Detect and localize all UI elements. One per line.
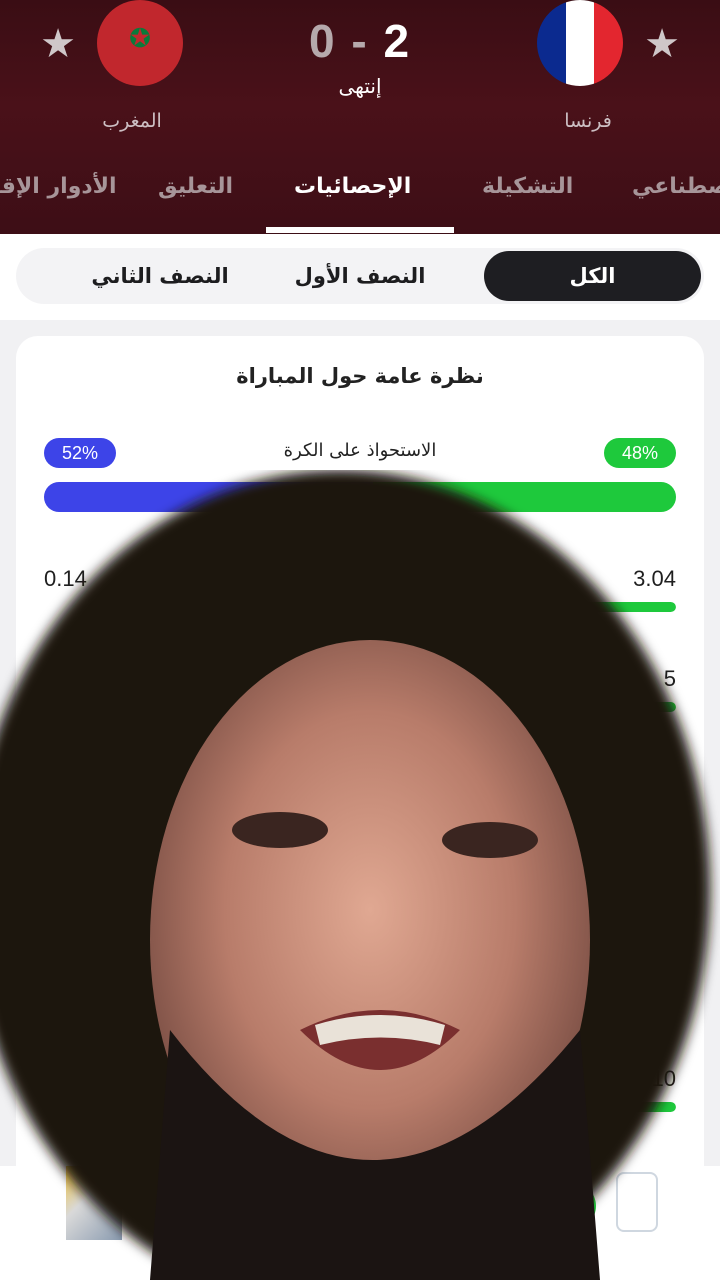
stat-bar: [376, 602, 676, 612]
morocco-flag-icon[interactable]: ✪: [97, 0, 183, 86]
match-tabs: الأدوار الإقـ التعليق الإحصائيات التشكيل…: [0, 168, 720, 234]
stat-away-value: 0.14: [44, 566, 87, 591]
possession-bar: [44, 482, 676, 512]
period-filter-area: النصف الثاني النصف الأول الكل: [0, 234, 720, 320]
stat-row: 13 10: [44, 1066, 676, 1126]
ad-banner[interactable]: [0, 1166, 720, 1280]
away-possession-badge: 52%: [44, 438, 116, 468]
score-separator: -: [351, 15, 369, 67]
possession-label: الاستحواذ على الكرة: [283, 440, 437, 461]
away-score: 0: [308, 15, 337, 67]
stat-bar: [376, 1002, 676, 1012]
stat-bar-fill: [526, 1002, 676, 1012]
ad-thumbnail[interactable]: [66, 1166, 122, 1240]
stat-row: 0.14 3.04: [44, 566, 676, 626]
favorite-star-icon-home[interactable]: ★: [640, 22, 684, 66]
stat-bar: [376, 802, 676, 812]
match-header: ★ ✪ 0 - 2 إنتهى ★ المغرب فرنسا الأدوار ا…: [0, 0, 720, 234]
star-emblem-icon: ✪: [129, 24, 151, 54]
match-status: إنتهى: [338, 74, 382, 98]
tab-artificial[interactable]: اصطناعي: [632, 174, 720, 199]
stat-row: 5 5: [44, 966, 676, 1026]
stat-row: 0 5: [44, 666, 676, 726]
stat-bar: [376, 702, 676, 712]
france-flag-icon[interactable]: [537, 0, 623, 86]
stat-bar-fill: [430, 802, 676, 812]
home-possession-fill: [372, 482, 676, 512]
tab-commentary[interactable]: التعليق: [158, 174, 233, 199]
segment-second-half[interactable]: النصف الثاني: [50, 251, 270, 301]
stat-away-value: 13: [44, 1066, 69, 1091]
stat-home-value: 5: [663, 966, 676, 991]
ad-logo-icon[interactable]: [616, 1172, 658, 1232]
stat-bar-fill: [547, 1102, 676, 1112]
stat-away-value: 6: [44, 866, 57, 891]
stat-home-value: 10: [651, 1066, 676, 1091]
stat-bar: [376, 1102, 676, 1112]
stat-away-value: 5: [44, 766, 57, 791]
tab-knockout[interactable]: الأدوار الإقـ: [0, 174, 117, 199]
away-possession-fill: [44, 482, 373, 512]
tab-lineup[interactable]: التشكيلة: [482, 174, 573, 199]
match-overview-card: نظرة عامة حول المباراة 52% الاستحواذ على…: [16, 336, 704, 1216]
stat-home-value: 3.04: [633, 566, 676, 591]
home-team-name[interactable]: فرنسا: [518, 110, 658, 132]
stat-home-value: 22: [651, 766, 676, 791]
stat-bar-fill: [634, 902, 676, 912]
stat-bar-fill: [376, 702, 676, 712]
overview-title: نظرة عامة حول المباراة: [236, 364, 484, 388]
away-team-name[interactable]: المغرب: [62, 110, 202, 132]
stat-row: 5 22: [44, 766, 676, 826]
segment-first-half[interactable]: النصف الأول: [270, 251, 450, 301]
period-segmented-control: النصف الثاني النصف الأول الكل: [16, 248, 704, 304]
scoreline: 0 - 2: [260, 14, 460, 68]
home-possession-badge: 48%: [604, 438, 676, 468]
favorite-star-icon-away[interactable]: ★: [36, 22, 80, 66]
home-score: 2: [383, 15, 412, 67]
stat-away-value: 0: [44, 666, 57, 691]
stat-home-value: 1: [663, 866, 676, 891]
stat-away-value: 5: [44, 966, 57, 991]
tab-statistics[interactable]: الإحصائيات: [294, 174, 411, 199]
stat-row: 6 1: [44, 866, 676, 926]
stat-bar: [376, 902, 676, 912]
ad-cta-button[interactable]: [470, 1182, 596, 1230]
segment-all[interactable]: الكل: [484, 251, 701, 301]
stat-bar-fill: [388, 602, 676, 612]
stat-home-value: 5: [663, 666, 676, 691]
active-tab-indicator: [266, 227, 454, 233]
